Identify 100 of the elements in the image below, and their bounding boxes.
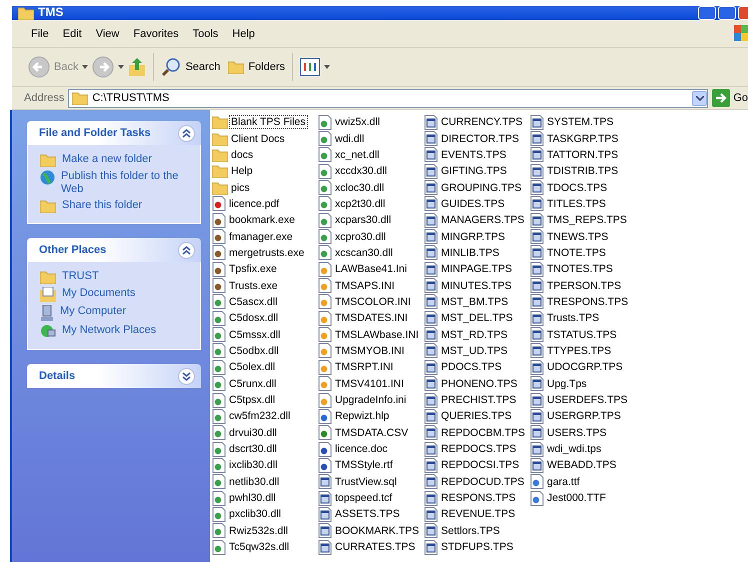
file-name[interactable]: REPDOCSI.TPS — [440, 459, 520, 472]
file-name[interactable]: Blank TPS Files — [230, 116, 306, 128]
menu-item[interactable]: Edit — [62, 28, 82, 40]
file-name[interactable]: MST_DEL.TPS — [440, 312, 514, 324]
task-link[interactable]: My Computer — [60, 305, 126, 318]
file-name[interactable]: TPERSON.TPS — [546, 280, 622, 292]
file-name[interactable]: mergetrusts.exe — [228, 246, 306, 259]
file-name[interactable]: GROUPING.TPS — [440, 182, 523, 194]
file-name[interactable]: TTYPES.TPS — [546, 344, 612, 357]
file-name[interactable]: BOOKMARK.TPS — [334, 524, 420, 537]
file-name[interactable]: netlib30.dll — [228, 476, 280, 488]
file-name[interactable]: TASKGRP.TPS — [546, 132, 620, 145]
file-name[interactable]: Tpsfix.exe — [228, 263, 278, 276]
file-name[interactable]: xcscan30.dll — [334, 246, 394, 259]
file-name[interactable]: QUERIES.TPS — [440, 410, 513, 422]
file-name[interactable]: Tc5qw32s.dll — [228, 541, 290, 554]
file-name[interactable]: TMSMYOB.INI — [334, 344, 406, 357]
file-name[interactable]: bookmark.exe — [228, 214, 296, 226]
task-link[interactable]: My Documents — [62, 287, 136, 300]
file-name[interactable]: Client Docs — [230, 132, 286, 145]
file-name[interactable]: gara.ttf — [546, 476, 581, 488]
file-name[interactable]: TNOTES.TPS — [546, 263, 614, 276]
collapse-toggle[interactable] — [178, 368, 195, 384]
folders-button[interactable]: Folders — [224, 58, 290, 76]
file-name[interactable]: UDOCGRP.TPS — [546, 361, 624, 374]
file-name[interactable]: UpgradeInfo.ini — [334, 394, 408, 406]
file-name[interactable]: docs — [230, 148, 254, 161]
file-name[interactable]: MINUTES.TPS — [440, 280, 513, 292]
file-name[interactable]: C5mssx.dll — [228, 328, 282, 341]
panel-header[interactable]: Details — [27, 364, 201, 388]
file-name[interactable]: TMSLAWbase.INI — [334, 328, 420, 341]
search-button[interactable]: Search — [157, 55, 224, 79]
file-name[interactable]: TMSAPS.INI — [334, 280, 396, 292]
panel-header[interactable]: File and Folder Tasks — [27, 121, 201, 145]
collapse-toggle[interactable] — [178, 242, 195, 258]
file-name[interactable]: EVENTS.TPS — [440, 148, 508, 161]
file-name[interactable]: wdi_wdi.tps — [546, 443, 602, 456]
file-name[interactable]: Trusts.TPS — [546, 312, 600, 324]
file-name[interactable]: PDOCS.TPS — [440, 361, 503, 374]
file-name[interactable]: REPDOCUD.TPS — [440, 476, 526, 488]
file-name[interactable]: Repwizt.hlp — [334, 410, 390, 422]
file-name[interactable]: ixclib30.dll — [228, 459, 278, 472]
file-name[interactable]: TMSDATES.INI — [334, 312, 409, 324]
file-name[interactable]: xcp2t30.dll — [334, 198, 386, 210]
file-name[interactable]: xcpro30.dll — [334, 230, 387, 243]
file-name[interactable]: MST_BM.TPS — [440, 296, 510, 308]
collapse-toggle[interactable] — [178, 124, 195, 142]
file-name[interactable]: licence.doc — [334, 443, 389, 456]
file-name[interactable]: Jest000.TTF — [546, 492, 607, 504]
file-name[interactable]: MINLIB.TPS — [440, 246, 500, 259]
file-name[interactable]: TDOCS.TPS — [546, 182, 608, 194]
file-name[interactable]: TATTORN.TPS — [546, 148, 620, 161]
file-name[interactable]: drvui30.dll — [228, 426, 278, 439]
file-name[interactable]: TMSDATA.CSV — [334, 426, 410, 439]
file-name[interactable]: MINPAGE.TPS — [440, 263, 513, 276]
file-name[interactable]: MST_RD.TPS — [440, 328, 509, 341]
file-name[interactable]: topspeed.tcf — [334, 492, 394, 504]
file-name[interactable]: SYSTEM.TPS — [546, 116, 615, 128]
file-name[interactable]: Upg.Tps — [546, 378, 588, 390]
menu-item[interactable]: Favorites — [133, 28, 179, 40]
file-name[interactable]: TMSStyle.rtf — [334, 459, 394, 472]
file-name[interactable]: TDISTRIB.TPS — [546, 165, 620, 178]
menu-item[interactable]: Help — [232, 28, 255, 40]
file-name[interactable]: LAWBase41.Ini — [334, 263, 408, 276]
file-name[interactable]: wdi.dll — [334, 132, 366, 145]
file-name[interactable]: vwiz5x.dll — [334, 116, 381, 128]
file-name[interactable]: TRESPONS.TPS — [546, 296, 630, 308]
file-name[interactable]: PHONENO.TPS — [440, 378, 518, 390]
file-name[interactable]: GUIDES.TPS — [440, 198, 506, 210]
file-name[interactable]: TITLES.TPS — [546, 198, 607, 210]
file-name[interactable]: C5ascx.dll — [228, 296, 278, 308]
task-link[interactable]: Make a new folder — [62, 153, 152, 166]
panel-header[interactable]: Other Places — [27, 238, 201, 262]
file-name[interactable]: xcpars30.dll — [334, 214, 392, 226]
task-link[interactable]: Share this folder — [62, 199, 142, 212]
file-name[interactable]: C5dosx.dll — [228, 312, 280, 324]
task-link[interactable]: Publish this folder to the Web — [61, 170, 191, 196]
task-link[interactable]: TRUST — [62, 270, 99, 283]
file-name[interactable]: xcloc30.dll — [334, 182, 386, 194]
file-name[interactable]: TMSV4101.INI — [334, 378, 405, 390]
menu-item[interactable]: View — [96, 28, 120, 40]
file-name[interactable]: TNEWS.TPS — [546, 230, 610, 243]
file-name[interactable]: xccdx30.dll — [334, 165, 388, 178]
file-name[interactable]: ASSETS.TPS — [334, 508, 401, 520]
file-name[interactable]: MINGRP.TPS — [440, 230, 506, 243]
file-name[interactable]: cw5fm232.dll — [228, 410, 292, 422]
file-name[interactable]: pxclib30.dll — [228, 508, 282, 520]
file-name[interactable]: CURRATES.TPS — [334, 541, 416, 554]
file-name[interactable]: DIRECTOR.TPS — [440, 132, 520, 145]
file-name[interactable]: fmanager.exe — [228, 230, 294, 243]
file-name[interactable]: MANAGERS.TPS — [440, 214, 526, 226]
file-name[interactable]: USERDEFS.TPS — [546, 394, 629, 406]
file-name[interactable]: C5odbx.dll — [228, 344, 280, 357]
minimize-button[interactable] — [698, 6, 716, 20]
task-link[interactable]: My Network Places — [62, 324, 156, 337]
menu-item[interactable]: File — [31, 28, 49, 40]
file-name[interactable]: RESPONS.TPS — [440, 492, 517, 504]
file-name[interactable]: TMS_REPS.TPS — [546, 214, 628, 226]
file-name[interactable]: Help — [230, 165, 254, 178]
file-name[interactable]: GIFTING.TPS — [440, 165, 508, 178]
